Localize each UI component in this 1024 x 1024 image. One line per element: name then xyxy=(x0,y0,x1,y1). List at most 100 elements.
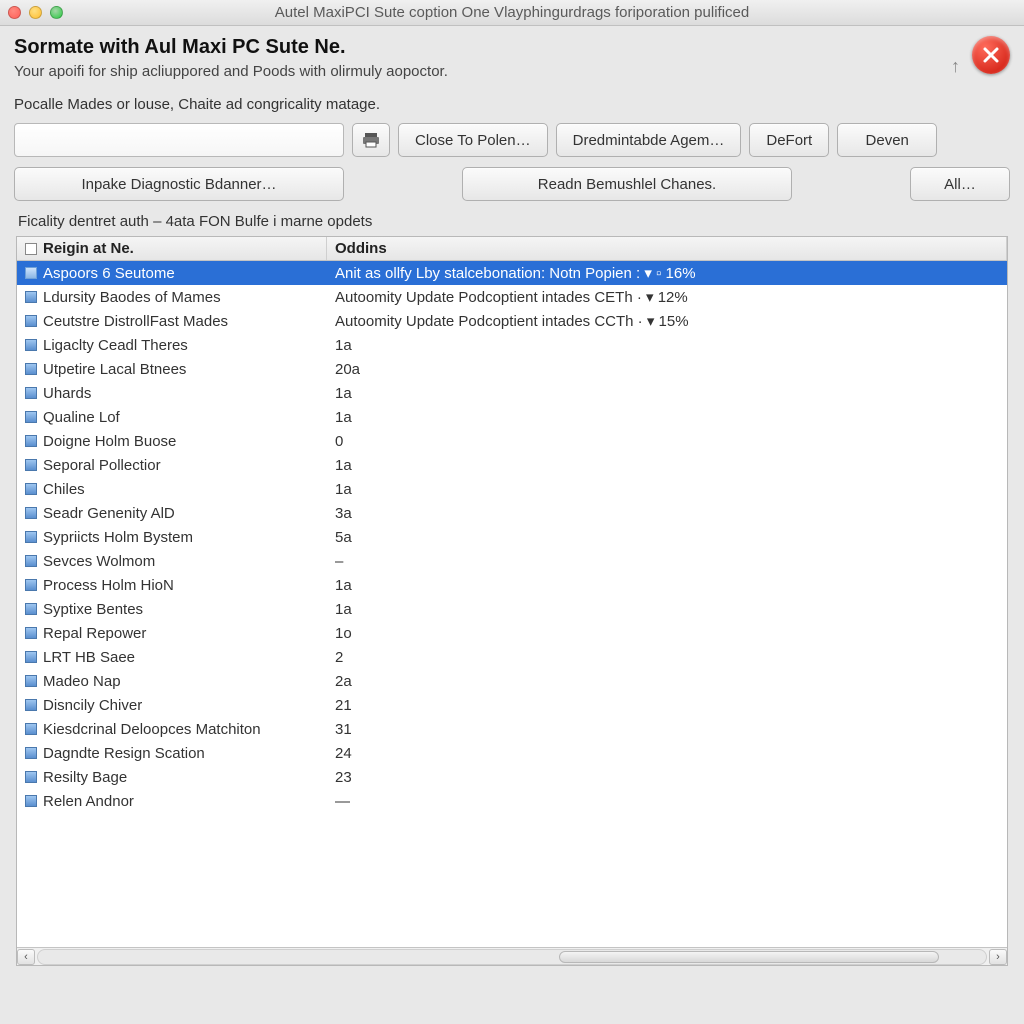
table-row[interactable]: Aspoors 6 SeutomeAnit as ollfy Lby stalc… xyxy=(17,261,1007,285)
table-row[interactable]: Qualine Lof1a xyxy=(17,405,1007,429)
data-grid: Reigin at Ne. Oddins Aspoors 6 SeutomeAn… xyxy=(16,236,1008,966)
row-icon xyxy=(25,723,37,735)
table-row[interactable]: Process Holm HioN1a xyxy=(17,573,1007,597)
column-header-name[interactable]: Reigin at Ne. xyxy=(17,237,327,260)
table-row[interactable]: Seporal Pollectior1a xyxy=(17,453,1007,477)
table-row[interactable]: Doigne Holm Buose 0 xyxy=(17,429,1007,453)
grid-body[interactable]: Aspoors 6 SeutomeAnit as ollfy Lby stalc… xyxy=(17,261,1007,947)
table-row[interactable]: Utpetire Lacal Btnees 20a xyxy=(17,357,1007,381)
table-row[interactable]: Ceutstre DistrollFast MadesAutoomity Upd… xyxy=(17,309,1007,333)
cell-name-text: Ceutstre DistrollFast Mades xyxy=(43,313,228,330)
table-row[interactable]: Ldursity Baodes of Mames Autoomity Update… xyxy=(17,285,1007,309)
cell-oddins: 31 xyxy=(327,721,1007,738)
column-header-oddins-label: Oddins xyxy=(335,240,387,257)
instruction-text: Pocalle Mades or louse, Chaite ad congri… xyxy=(14,96,1010,113)
table-row[interactable]: Ligaclty Ceadl Theres1a xyxy=(17,333,1007,357)
cell-name: Dagndte Resign Scation xyxy=(17,745,327,762)
cell-name-text: Ligaclty Ceadl Theres xyxy=(43,337,188,354)
table-row[interactable]: Disncily Chiver21 xyxy=(17,693,1007,717)
cell-name-text: Seadr Genenity AlD xyxy=(43,505,175,522)
traffic-lights xyxy=(8,6,63,19)
row-icon xyxy=(25,771,37,783)
scroll-track[interactable] xyxy=(37,949,987,965)
header-checkbox[interactable] xyxy=(25,243,37,255)
cell-name: Repal Repower xyxy=(17,625,327,642)
cell-oddins-text: 1a xyxy=(335,457,352,474)
defort-button[interactable]: DeFort xyxy=(749,123,829,157)
table-row[interactable]: Dagndte Resign Scation 24 xyxy=(17,741,1007,765)
page-subtitle: Your apoifi for ship acliuppored and Poo… xyxy=(14,63,448,80)
horizontal-scrollbar[interactable]: ‹ › xyxy=(17,947,1007,965)
cell-oddins: Anit as ollfy Lby stalcebonation: Notn P… xyxy=(327,264,1007,282)
cell-name: Resilty Bage xyxy=(17,769,327,786)
cell-oddins: 1a xyxy=(327,385,1007,402)
cell-name-text: Chiles xyxy=(43,481,85,498)
cell-oddins-text: 24 xyxy=(335,745,352,762)
cell-name: Ldursity Baodes of Mames xyxy=(17,289,327,306)
deven-button[interactable]: Deven xyxy=(837,123,937,157)
cell-oddins-text: 5a xyxy=(335,529,352,546)
cell-name: Utpetire Lacal Btnees xyxy=(17,361,327,378)
cell-name: Qualine Lof xyxy=(17,409,327,426)
toolbar-row-1: Close To Polen… Dredmintabde Agem… DeFor… xyxy=(14,123,1010,157)
table-row[interactable]: Sevces Wolmom– xyxy=(17,549,1007,573)
print-button[interactable] xyxy=(352,123,390,157)
cell-name-text: Relen Andnor xyxy=(43,793,134,810)
window-titlebar: Autel MaxiPCI Sute coption One Vlayphing… xyxy=(0,0,1024,26)
window-minimize-button[interactable] xyxy=(29,6,42,19)
scroll-left-button[interactable]: ‹ xyxy=(17,949,35,965)
toolbar-row-2: Inpake Diagnostic Bdanner… Readn Bemushl… xyxy=(14,167,1010,201)
cell-oddins-text: 20a xyxy=(335,361,360,378)
row-icon xyxy=(25,387,37,399)
table-row[interactable]: LRT HB Saee 2 xyxy=(17,645,1007,669)
cell-oddins: 2a xyxy=(327,673,1007,690)
cell-oddins-text: 0 xyxy=(335,433,343,450)
column-header-oddins[interactable]: Oddins xyxy=(327,237,1007,260)
table-row[interactable]: Resilty Bage23 xyxy=(17,765,1007,789)
cell-name-text: Utpetire Lacal Btnees xyxy=(43,361,186,378)
cell-name-text: Dagndte Resign Scation xyxy=(43,745,205,762)
table-row[interactable]: Repal Repower1o xyxy=(17,621,1007,645)
dredmintabde-button[interactable]: Dredmintabde Agem… xyxy=(556,123,742,157)
cell-oddins-text: Autoomity Update Podcoptient intades CET… xyxy=(335,288,688,306)
cell-oddins: 5a xyxy=(327,529,1007,546)
window-title: Autel MaxiPCI Sute coption One Vlayphing… xyxy=(0,4,1024,21)
table-row[interactable]: Uhards1a xyxy=(17,381,1007,405)
cell-oddins-text: Anit as ollfy Lby stalcebonation: Notn P… xyxy=(335,264,696,282)
cell-name: Doigne Holm Buose xyxy=(17,433,327,450)
table-row[interactable]: Relen Andnor— xyxy=(17,789,1007,813)
cell-oddins-text: 1a xyxy=(335,601,352,618)
row-icon xyxy=(25,627,37,639)
dialog-close-button[interactable] xyxy=(972,36,1010,74)
cell-name-text: Kiesdcrinal Deloopces Matchiton xyxy=(43,721,261,738)
close-to-button[interactable]: Close To Polen… xyxy=(398,123,548,157)
cell-oddins-text: 2 xyxy=(335,649,343,666)
search-input[interactable] xyxy=(14,123,344,157)
scroll-thumb[interactable] xyxy=(559,951,938,963)
table-row[interactable]: Syptixe Bentes1a xyxy=(17,597,1007,621)
table-row[interactable]: Chiles 1a xyxy=(17,477,1007,501)
readn-chanes-button[interactable]: Readn Bemushlel Chanes. xyxy=(462,167,792,201)
inpake-diagnostic-button[interactable]: Inpake Diagnostic Bdanner… xyxy=(14,167,344,201)
cell-name: Relen Andnor xyxy=(17,793,327,810)
cell-oddins: Autoomity Update Podcoptient intades CET… xyxy=(327,288,1007,306)
cell-oddins-text: 1a xyxy=(335,577,352,594)
cell-oddins: 1a xyxy=(327,577,1007,594)
window-zoom-button[interactable] xyxy=(50,6,63,19)
table-row[interactable]: Sypriicts Holm Bystem5a xyxy=(17,525,1007,549)
up-arrow-icon[interactable]: ↑ xyxy=(951,56,960,77)
cell-oddins: 23 xyxy=(327,769,1007,786)
window-close-button[interactable] xyxy=(8,6,21,19)
row-icon xyxy=(25,555,37,567)
table-row[interactable]: Seadr Genenity AlD 3a xyxy=(17,501,1007,525)
scroll-right-button[interactable]: › xyxy=(989,949,1007,965)
cell-oddins: 1a xyxy=(327,481,1007,498)
table-row[interactable]: Madeo Nap2a xyxy=(17,669,1007,693)
cell-oddins: 20a xyxy=(327,361,1007,378)
cell-name: LRT HB Saee xyxy=(17,649,327,666)
row-icon xyxy=(25,411,37,423)
row-icon xyxy=(25,435,37,447)
all-button[interactable]: All… xyxy=(910,167,1010,201)
table-row[interactable]: Kiesdcrinal Deloopces Matchiton 31 xyxy=(17,717,1007,741)
cell-oddins: 3a xyxy=(327,505,1007,522)
